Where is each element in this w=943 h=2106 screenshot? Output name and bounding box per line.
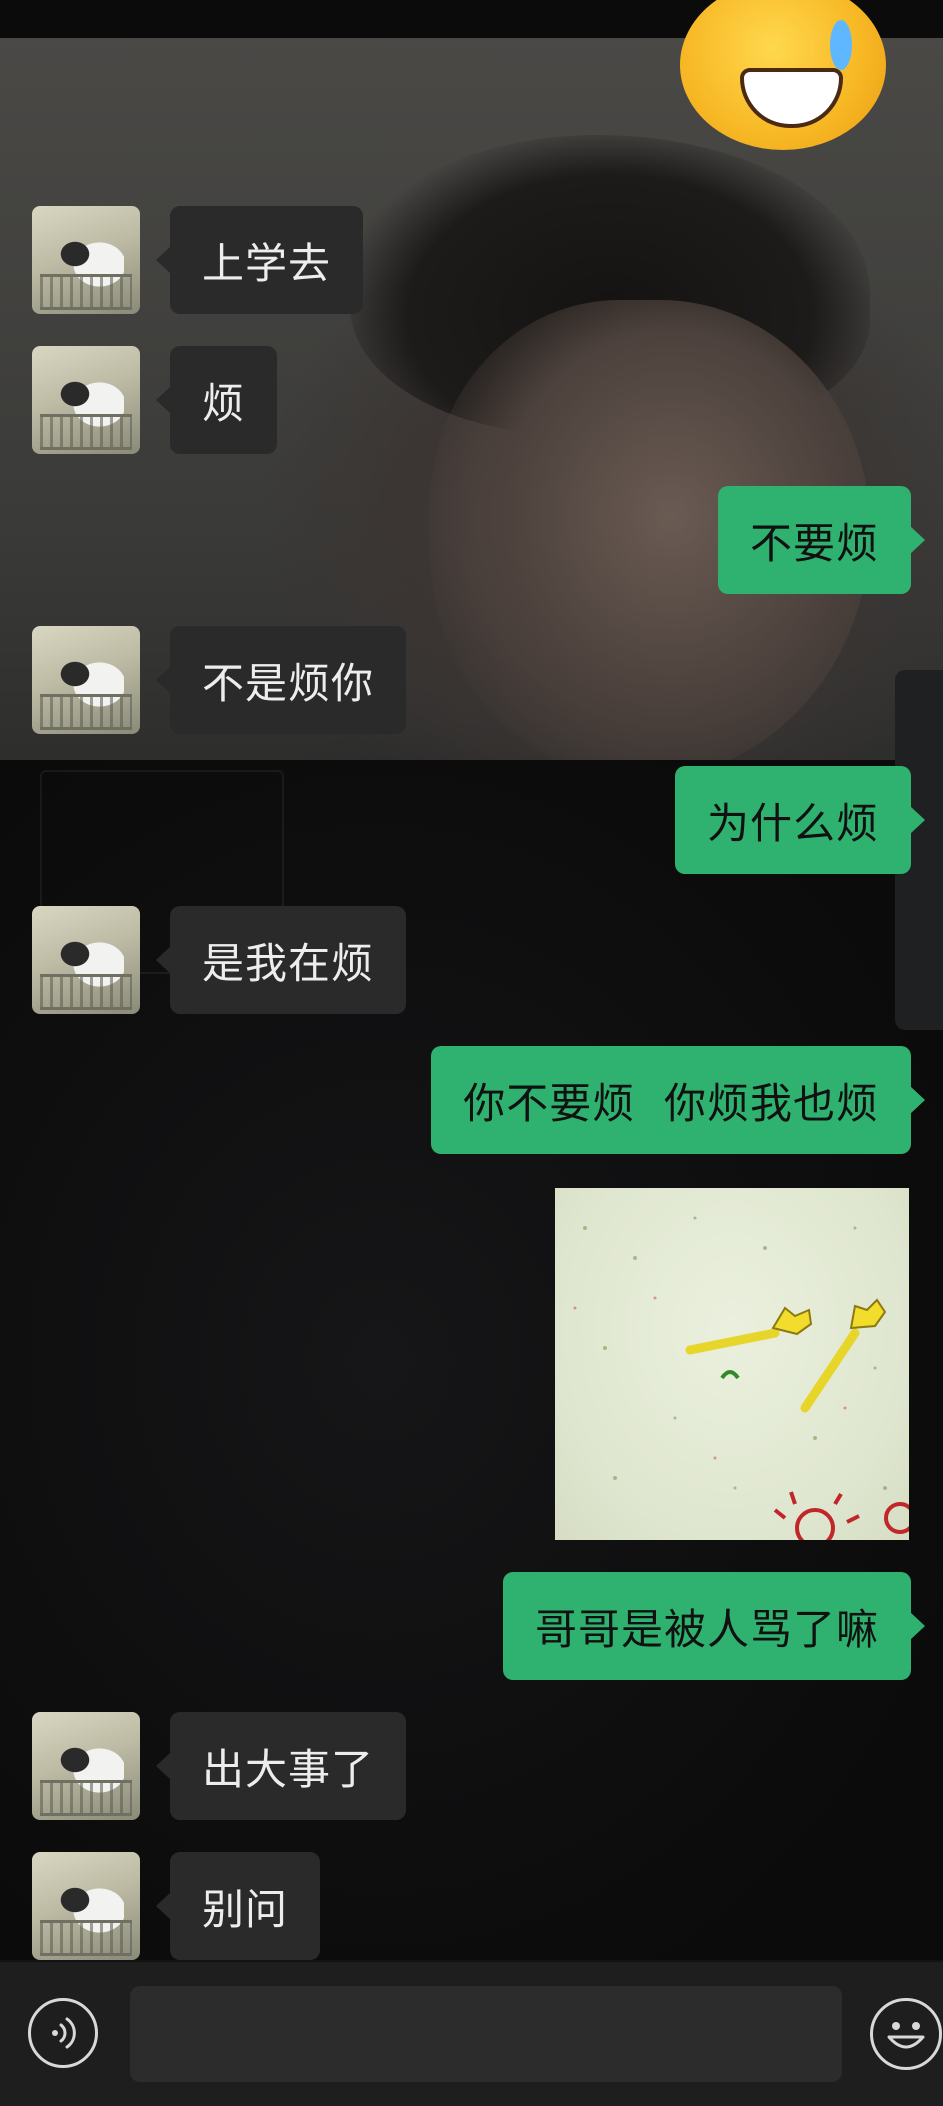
emoji-tear	[830, 20, 852, 70]
hands-sticker-illustration	[573, 1216, 909, 1540]
sent-message-bubble[interactable]: 哥哥是被人骂了嘛	[502, 1572, 926, 1680]
message-input-bar	[0, 1962, 943, 2106]
message-text: 别问	[202, 1884, 289, 1934]
received-message-bubble[interactable]: 上学去	[155, 206, 364, 314]
message-text: 哥哥是被人骂了嘛	[534, 1604, 879, 1654]
smiley-face-graphic	[887, 2022, 925, 2049]
received-message-bubble[interactable]: 出大事了	[155, 1712, 407, 1820]
contact-avatar[interactable]	[32, 626, 140, 734]
contact-avatar[interactable]	[32, 206, 140, 314]
sent-message-bubble[interactable]: 为什么烦	[674, 766, 926, 874]
received-message-bubble[interactable]: 别问	[155, 1852, 321, 1960]
avatar-cart	[40, 414, 132, 450]
voice-icon[interactable]	[28, 1998, 98, 2068]
contact-avatar[interactable]	[32, 1852, 140, 1960]
emoji-mouth	[740, 68, 843, 128]
contact-avatar[interactable]	[32, 906, 140, 1014]
message-text: 你不要烦 你烦我也烦	[463, 1078, 879, 1128]
avatar-cart	[40, 1780, 132, 1816]
message-text: 不要烦	[749, 518, 879, 568]
sent-message-bubble[interactable]: 你不要烦 你烦我也烦	[431, 1046, 925, 1154]
smiley-icon[interactable]	[870, 1998, 942, 2070]
received-message-bubble[interactable]: 是我在烦	[155, 906, 407, 1014]
message-text: 不是烦你	[202, 658, 375, 708]
received-message-bubble[interactable]: 烦	[155, 346, 278, 454]
message-text: 为什么烦	[706, 798, 879, 848]
voice-waves-graphic	[52, 2017, 76, 2049]
avatar-cart	[40, 974, 132, 1010]
contact-avatar[interactable]	[32, 1712, 140, 1820]
message-text: 是我在烦	[202, 938, 375, 988]
sent-message-bubble[interactable]: 不要烦	[717, 486, 926, 594]
message-text: 出大事了	[202, 1744, 375, 1794]
received-message-bubble[interactable]: 不是烦你	[155, 626, 407, 734]
message-input[interactable]	[130, 1986, 842, 2082]
message-text: 烦	[202, 378, 246, 428]
sent-image-sticker[interactable]	[555, 1188, 909, 1540]
avatar-cart	[40, 274, 132, 310]
contact-avatar[interactable]	[32, 346, 140, 454]
avatar-cart	[40, 1920, 132, 1956]
message-text: 上学去	[202, 238, 332, 288]
avatar-cart	[40, 694, 132, 730]
